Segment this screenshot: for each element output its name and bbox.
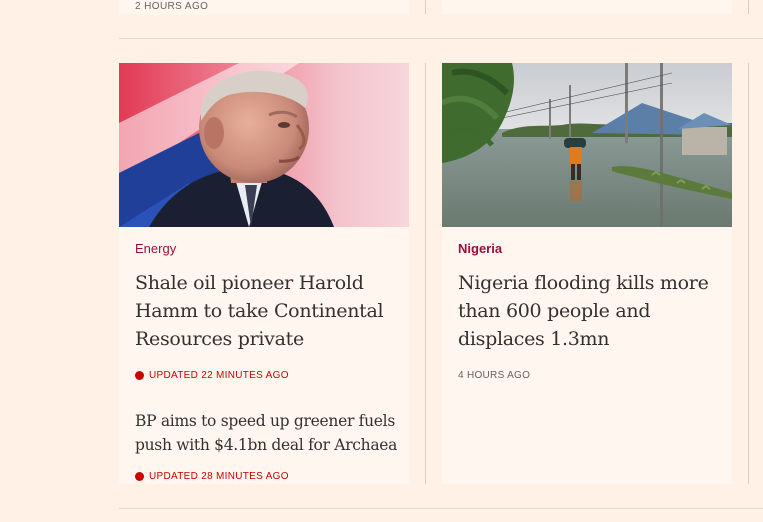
story-image-nigeria-flood[interactable] [442, 63, 732, 227]
related-updated-timestamp: UPDATED 28 MINUTES AGO [135, 471, 289, 482]
updated-text: UPDATED 22 MINUTES AGO [149, 370, 289, 381]
story-headline[interactable]: Nigeria flooding kills more than 600 peo… [458, 269, 720, 353]
story-tag[interactable]: Energy [135, 241, 176, 256]
story-timestamp: 4 HOURS AGO [458, 370, 531, 381]
related-story-headline[interactable]: BP aims to speed up greener fuels push w… [135, 409, 403, 457]
story-tag[interactable]: Nigeria [458, 241, 502, 256]
story-headline[interactable]: Shale oil pioneer Harold Hamm to take Co… [135, 269, 397, 353]
story-card-nigeria[interactable]: Nigeria Nigeria flooding kills more than… [442, 63, 732, 484]
column-divider [425, 63, 426, 484]
page: 2 HOURS AGO Energy Shale oil pioneer Har… [0, 0, 763, 522]
live-dot-icon [135, 371, 144, 380]
live-dot-icon [135, 472, 144, 481]
story-image-harold-hamm[interactable] [119, 63, 409, 227]
row-divider [119, 38, 763, 39]
previous-card-timestamp: 2 HOURS AGO [135, 1, 209, 12]
harold-hamm-photo [119, 63, 409, 227]
column-divider [425, 0, 426, 14]
story-card-energy[interactable]: Energy Shale oil pioneer Harold Hamm to … [119, 63, 409, 484]
nigeria-flood-photo [442, 63, 732, 227]
row-divider [119, 508, 763, 509]
previous-card-right [442, 0, 732, 14]
related-updated-text: UPDATED 28 MINUTES AGO [149, 471, 289, 482]
updated-timestamp: UPDATED 22 MINUTES AGO [135, 370, 289, 381]
column-divider [748, 0, 749, 14]
column-divider [748, 63, 749, 484]
